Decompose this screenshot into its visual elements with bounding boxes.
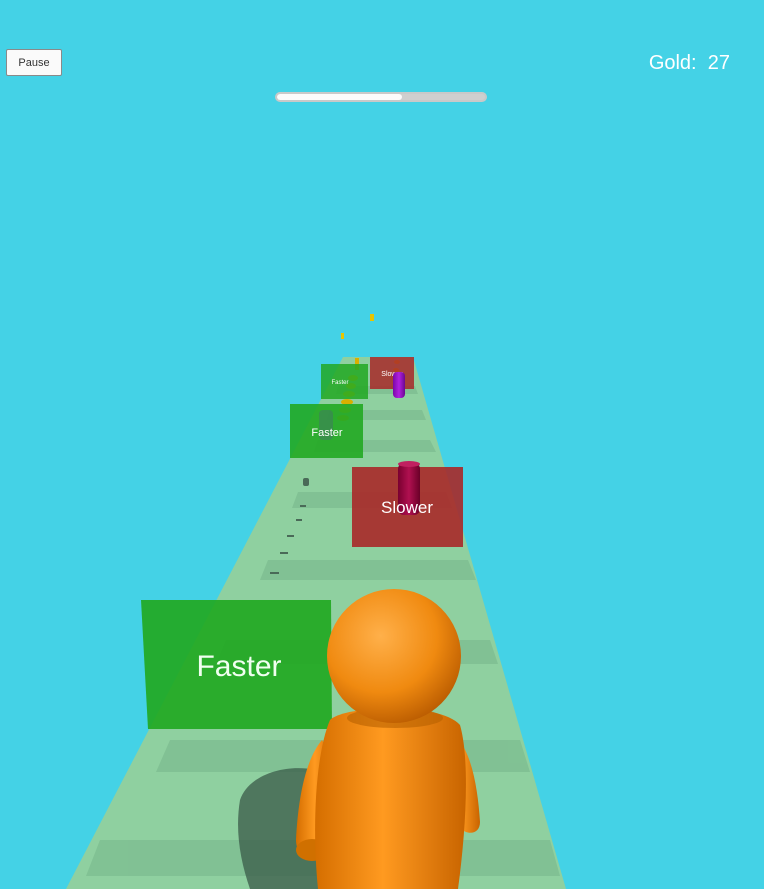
gate-faster-far: Faster	[321, 364, 368, 399]
obstacle-pillar-far	[393, 372, 405, 398]
level-progress-fill	[277, 94, 402, 100]
gold-label: Gold:	[648, 52, 697, 74]
gate-faster-near-label: Faster	[196, 650, 281, 683]
gate-slower-near: Slower	[352, 461, 463, 547]
gold-value: 27	[707, 52, 730, 74]
gold-counter: Gold: 27	[649, 52, 730, 75]
player-torso	[315, 708, 466, 889]
level-progress-bar	[275, 92, 487, 102]
gate-faster-mid: Faster	[290, 404, 363, 458]
pause-button[interactable]: Pause	[6, 49, 62, 76]
game-scene: Slower Faster Faster Slower Faster	[66, 314, 566, 889]
gate-faster-near: Faster	[141, 600, 332, 729]
gate-slower-far: Slower	[370, 357, 414, 389]
gate-faster-far-label: Faster	[331, 380, 348, 386]
gate-faster-mid-label: Faster	[311, 427, 343, 439]
player-head	[327, 589, 461, 723]
gate-slower-near-label: Slower	[381, 498, 433, 517]
